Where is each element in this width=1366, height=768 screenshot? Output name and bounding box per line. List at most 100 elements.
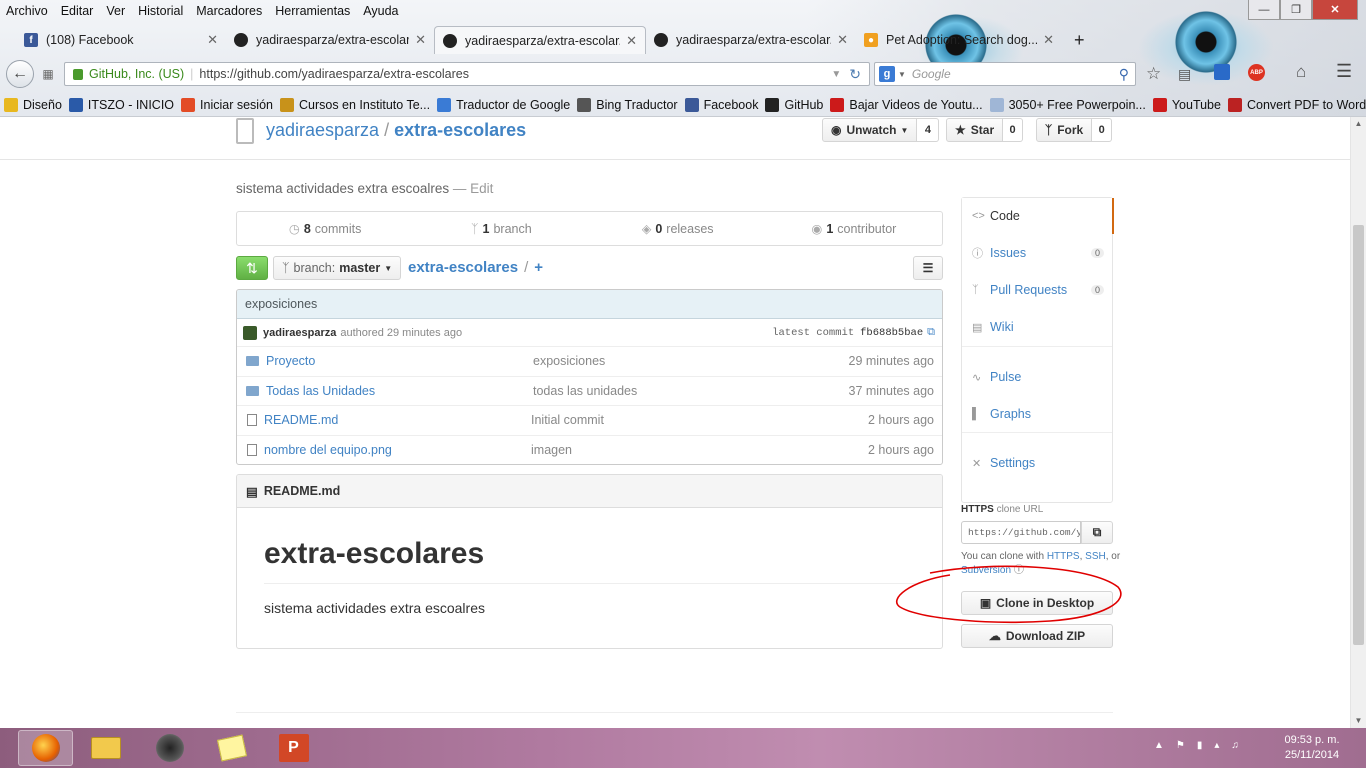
bookmark-item[interactable]: Traductor de Google (437, 98, 570, 112)
history-list-button[interactable]: ☰ (913, 256, 943, 280)
tab-github-1[interactable]: yadiraesparza/extra-escolar... ✕ (226, 26, 434, 54)
bookmark-item[interactable]: ITSZO - INICIO (68, 98, 174, 112)
minimize-button[interactable]: — (1248, 0, 1280, 20)
new-tab-button[interactable]: + (1066, 26, 1100, 54)
close-tab-icon[interactable]: ✕ (1043, 32, 1054, 48)
signal-icon[interactable]: ▴ (1214, 740, 1219, 751)
star-count[interactable]: 0 (1003, 118, 1024, 142)
edit-description-link[interactable]: Edit (470, 181, 493, 196)
search-input[interactable]: Google (912, 67, 1119, 81)
file-commit-message[interactable]: imagen (531, 443, 868, 457)
taskbar-sticky-notes[interactable] (204, 730, 259, 766)
bookmark-item[interactable]: Cursos en Instituto Te... (279, 98, 430, 112)
page-scrollbar[interactable]: ▲ ▼ (1350, 117, 1366, 728)
watch-count[interactable]: 4 (917, 118, 940, 142)
stat-releases[interactable]: ◈ 0 releases (590, 212, 766, 245)
file-commit-message[interactable]: Initial commit (531, 413, 868, 427)
sidebar-item-graphs[interactable]: ▌ Graphs (962, 396, 1114, 432)
restore-button[interactable]: ❐ (1280, 0, 1312, 20)
sidebar-item-pull-requests[interactable]: ᛉ Pull Requests 0 (962, 272, 1114, 308)
menu-icon[interactable]: ☰ (1336, 61, 1352, 82)
sidebar-item-issues[interactable]: ⓘ Issues 0 (962, 235, 1114, 271)
home-icon[interactable]: ⌂ (1296, 62, 1306, 82)
repo-name-link[interactable]: extra-escolares (394, 120, 526, 141)
back-button[interactable]: ← (6, 60, 34, 88)
branch-select[interactable]: ᛉ branch: master ▼ (273, 256, 402, 280)
flag-icon[interactable]: ⚑ (1176, 740, 1185, 751)
taskbar-firefox[interactable] (18, 730, 73, 766)
search-icon[interactable]: ⚲ (1119, 66, 1129, 83)
bookmark-item[interactable]: Convert PDF to Word ... (1227, 98, 1366, 112)
bookmark-item[interactable]: Facebook (684, 98, 758, 112)
menu-ayuda[interactable]: Ayuda (363, 4, 398, 18)
tray-expand-icon[interactable]: ▲ (1154, 740, 1164, 751)
close-tab-icon[interactable]: ✕ (415, 32, 426, 48)
copy-clone-url-button[interactable]: ⧉ (1081, 521, 1113, 544)
taskbar-media[interactable] (142, 730, 197, 766)
search-bar[interactable]: g ▼ Google ⚲ (874, 62, 1136, 86)
file-commit-message[interactable]: todas las unidades (533, 384, 849, 398)
reload-icon[interactable]: ↻ (849, 66, 861, 83)
file-name-link[interactable]: nombre del equipo.png (264, 443, 531, 457)
file-name-link[interactable]: Proyecto (266, 354, 533, 368)
clone-url-input[interactable] (961, 521, 1081, 544)
sidebar-item-code[interactable]: <> Code (962, 198, 1114, 234)
fork-count[interactable]: 0 (1092, 118, 1113, 142)
ssh-link[interactable]: SSH (1085, 551, 1106, 562)
menu-ver[interactable]: Ver (106, 4, 125, 18)
bookmark-item[interactable]: Bing Traductor (577, 98, 678, 112)
tab-github-3[interactable]: yadiraesparza/extra-escolar... ✕ (646, 26, 856, 54)
sidebar-item-pulse[interactable]: ∿ Pulse (962, 359, 1114, 395)
chevron-down-icon[interactable]: ▼ (898, 70, 906, 79)
unwatch-button[interactable]: ◉ Unwatch ▼ (822, 118, 918, 142)
dropdown-arrow-icon[interactable]: ▼ (831, 69, 841, 80)
close-window-button[interactable]: ✕ (1312, 0, 1358, 20)
download-icon[interactable] (1214, 64, 1230, 80)
site-identity[interactable]: GitHub, Inc. (US) (89, 67, 184, 81)
bookmark-item[interactable]: 3050+ Free Powerpoin... (989, 98, 1146, 112)
adblock-icon[interactable]: ABP (1248, 64, 1265, 81)
tab-pet-adoption[interactable]: ● Pet Adoption: Search dog... ✕ (856, 26, 1062, 54)
avatar[interactable] (243, 325, 257, 340)
bookmark-item[interactable]: Diseño (4, 98, 62, 112)
compare-button[interactable]: ⇅ (236, 256, 268, 280)
url-text[interactable]: https://github.com/yadiraesparza/extra-e… (199, 67, 831, 81)
file-commit-message[interactable]: exposiciones (533, 354, 849, 368)
close-tab-icon[interactable]: ✕ (207, 32, 218, 48)
file-name-link[interactable]: README.md (264, 413, 531, 427)
history-button[interactable]: ▦ (36, 64, 60, 84)
menu-herramientas[interactable]: Herramientas (275, 4, 350, 18)
clock[interactable]: 09:53 p. m. 25/11/2014 (1272, 733, 1352, 763)
bookmark-item[interactable]: GitHub (765, 98, 823, 112)
bookmark-star-icon[interactable]: ☆ (1146, 64, 1161, 84)
sidebar-item-wiki[interactable]: ▤ Wiki (962, 309, 1114, 345)
scrollbar-thumb[interactable] (1353, 225, 1364, 645)
download-zip-button[interactable]: ☁ Download ZIP (961, 624, 1113, 648)
scroll-down-icon[interactable]: ▼ (1351, 714, 1366, 728)
close-tab-icon[interactable]: ✕ (626, 33, 637, 49)
fork-button[interactable]: ᛉ Fork (1036, 118, 1093, 142)
breadcrumb-repo-link[interactable]: extra-escolares (408, 259, 518, 276)
scroll-up-icon[interactable]: ▲ (1351, 117, 1366, 131)
taskbar-powerpoint[interactable]: P (266, 730, 321, 766)
menu-archivo[interactable]: Archivo (6, 4, 48, 18)
star-button[interactable]: ★ Star (946, 118, 1004, 142)
commit-sha-link[interactable]: fb688b5bae (860, 327, 923, 339)
file-name-link[interactable]: Todas las Unidades (266, 384, 533, 398)
repo-owner-link[interactable]: yadiraesparza (266, 120, 379, 141)
taskbar-explorer[interactable] (78, 730, 133, 766)
sidebar-item-settings[interactable]: ✕ Settings (962, 445, 1114, 481)
volume-icon[interactable]: ♫ (1231, 740, 1239, 751)
stat-commits[interactable]: ◷ 8 commits (237, 212, 413, 245)
bookmarks-list-icon[interactable]: ▤ (1178, 66, 1191, 83)
tab-github-active[interactable]: yadiraesparza/extra-escolar... ✕ (434, 26, 646, 54)
tab-facebook[interactable]: f (108) Facebook ✕ (16, 26, 226, 54)
menu-marcadores[interactable]: Marcadores (196, 4, 262, 18)
battery-icon[interactable]: ▮ (1197, 740, 1203, 751)
menu-editar[interactable]: Editar (61, 4, 94, 18)
address-bar[interactable]: GitHub, Inc. (US) | https://github.com/y… (64, 62, 870, 86)
close-tab-icon[interactable]: ✕ (837, 32, 848, 48)
clipboard-icon[interactable]: ⧉ (927, 326, 935, 339)
commit-message-bar[interactable]: exposiciones (237, 290, 942, 319)
stat-branch[interactable]: ᛉ 1 branch (413, 212, 589, 245)
